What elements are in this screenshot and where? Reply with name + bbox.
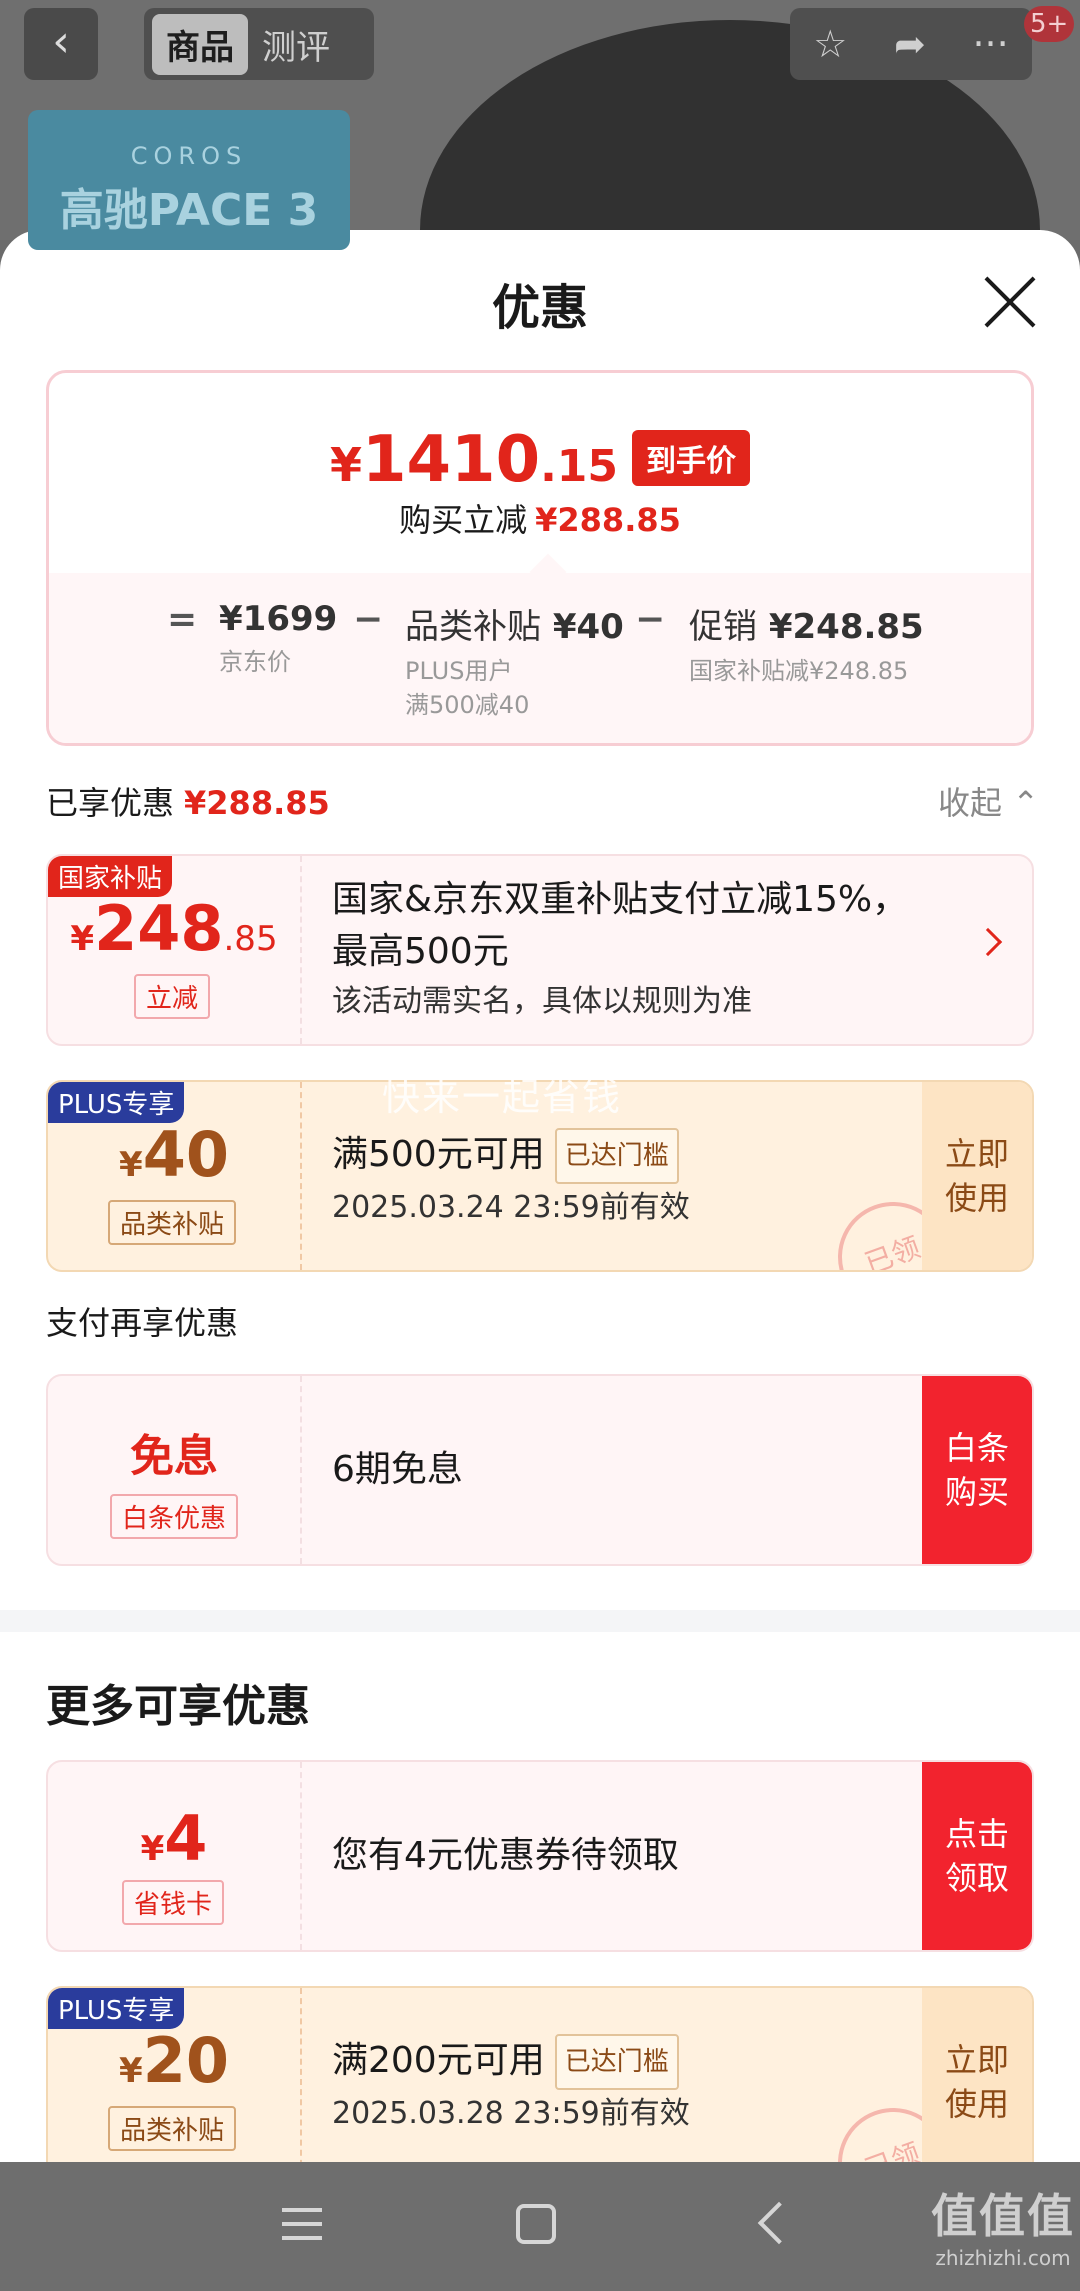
menu-icon[interactable]: [282, 2204, 322, 2244]
coupon-amount-panel: 免息 白条优惠: [48, 1376, 300, 1564]
plus-coupon-20: PLUS专享 ¥20 品类补贴 满200元可用 已达门槛 2025.03.28 2…: [46, 1986, 1034, 2162]
coupon-amount-panel: PLUS专享 ¥20 品类补贴: [48, 1988, 300, 2162]
coupon-divider: [300, 1988, 302, 2162]
final-price-tag: 到手价: [632, 430, 751, 486]
baitiao-buy-button[interactable]: 白条购买: [922, 1376, 1032, 1564]
more-discounts-title: 更多可享优惠: [46, 1681, 310, 1732]
coupon-amount-panel: ¥4 省钱卡: [48, 1762, 300, 1950]
coupon-body: 您有4元优惠券待领取: [332, 1835, 679, 1876]
sheet-title: 优惠: [491, 280, 588, 336]
message-badge: 5+: [1024, 6, 1075, 42]
brand-banner: COROS 高驰PACE 3: [28, 110, 350, 250]
saving-card-coupon: ¥4 省钱卡 您有4元优惠券待领取 点击领取: [46, 1760, 1034, 1952]
brand-product-name: 高驰PACE 3: [59, 185, 319, 236]
coupon-amount: ¥4: [140, 1802, 208, 1875]
brand-logo: COROS: [130, 142, 248, 170]
final-price-row: ¥1410.15 到手价: [49, 423, 1031, 497]
coupon-amount-panel: 国家补贴 ¥248.85 立减: [48, 856, 300, 1044]
payment-section-label: 支付再享优惠: [46, 1304, 239, 1342]
section-divider: [0, 1610, 1080, 1632]
coupon-body: 国家&京东双重补贴支付立减15%， 最高500元 该活动需实名，具体以规则为准: [332, 879, 909, 1019]
more-icon[interactable]: ···: [972, 22, 1008, 66]
coupon-divider: [300, 856, 302, 1044]
discount-sheet: 优惠 ¥1410.15 到手价 购买立减 ¥288.85 = ¥1699 京东价 …: [0, 230, 1080, 2162]
coupon-body: 6期免息: [332, 1449, 463, 1490]
price-breakdown: = ¥1699 京东价 − 品类补贴 ¥40 PLUS用户 满500减40 − 促…: [49, 573, 1031, 743]
use-now-button[interactable]: 立即使用: [922, 1988, 1032, 2162]
final-price: ¥1410.15: [329, 423, 619, 497]
chevron-right-icon[interactable]: [973, 927, 1003, 957]
coupon-amount: ¥20: [119, 2024, 229, 2097]
enjoyed-discount-label: 已享优惠 ¥288.85: [46, 784, 330, 822]
page-tabs: 商品 测评: [144, 8, 374, 80]
site-watermark-logo: 值值值 zhizhizhi.com: [931, 2189, 1075, 2270]
chevron-left-icon: ‹: [52, 16, 70, 67]
coupon-tag: 国家补贴: [48, 856, 173, 897]
tab-product[interactable]: 商品: [152, 13, 248, 75]
coupon-amount: ¥248.85: [70, 892, 278, 965]
coupon-amount-panel: PLUS专享 ¥40 品类补贴: [48, 1082, 300, 1270]
category-subsidy-item: 品类补贴 ¥40 PLUS用户 满500减40: [405, 607, 624, 719]
coupon-tag: PLUS专享: [48, 1082, 185, 1123]
coupon-divider: [300, 1762, 302, 1950]
price-summary-card: ¥1410.15 到手价 购买立减 ¥288.85 = ¥1699 京东价 − 品…: [46, 370, 1034, 746]
equals-sign: =: [167, 599, 198, 640]
star-icon[interactable]: ☆: [813, 22, 847, 66]
use-now-button[interactable]: 立即使用: [922, 1082, 1032, 1270]
coupon-amount: ¥40: [119, 1118, 229, 1191]
coupon-divider: [300, 1376, 302, 1564]
jd-price-item: ¥1699 京东价: [219, 599, 338, 676]
coupon-type: 品类补贴: [108, 1200, 237, 1245]
coupon-type: 立减: [134, 974, 211, 1019]
share-icon[interactable]: ➦: [894, 22, 926, 66]
threshold-chip: 已达门槛: [554, 1128, 679, 1184]
coupon-type: 白条优惠: [110, 1494, 239, 1539]
chevron-up-icon: ⌃: [1012, 784, 1039, 822]
header-actions: ☆ ➦ ···: [790, 8, 1032, 80]
threshold-chip: 已达门槛: [554, 2034, 679, 2090]
watermark-text: 快来一起省钱: [382, 1075, 623, 1119]
coupon-amount: 免息: [130, 1431, 218, 1482]
coupon-type: 品类补贴: [108, 2106, 237, 2151]
collapse-button[interactable]: 收起 ⌃: [938, 778, 1039, 824]
claim-button[interactable]: 点击领取: [922, 1762, 1032, 1950]
back-button[interactable]: ‹: [24, 8, 98, 80]
tab-review[interactable]: 测评: [248, 14, 344, 75]
coupon-type: 省钱卡: [122, 1880, 225, 1925]
system-nav-bar: 值值值 zhizhizhi.com: [0, 2162, 1080, 2291]
home-icon[interactable]: [516, 2204, 556, 2244]
national-subsidy-coupon[interactable]: 国家补贴 ¥248.85 立减 国家&京东双重补贴支付立减15%， 最高500元…: [46, 854, 1034, 1046]
minus-sign: −: [635, 599, 666, 640]
coupon-divider: [300, 1082, 302, 1270]
close-icon[interactable]: [980, 272, 1040, 332]
back-icon[interactable]: [757, 2201, 801, 2245]
promotion-item: 促销 ¥248.85 国家补贴减¥248.85: [689, 607, 924, 685]
purchase-reduction: 购买立减 ¥288.85: [399, 501, 681, 539]
minus-sign: −: [353, 599, 384, 640]
coupon-tag: PLUS专享: [48, 1988, 185, 2029]
baitiao-coupon: 免息 白条优惠 6期免息 白条购买: [46, 1374, 1034, 1566]
